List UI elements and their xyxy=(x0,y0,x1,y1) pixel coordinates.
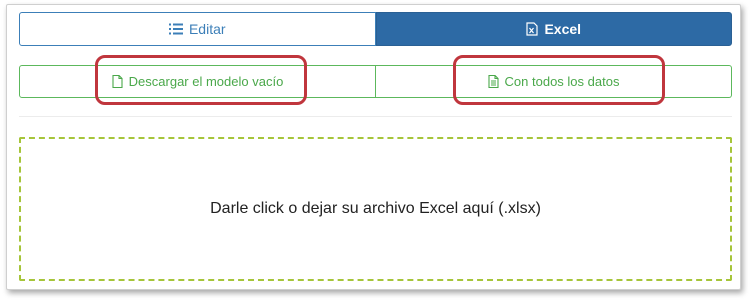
divider xyxy=(19,116,732,117)
download-empty-template-button[interactable]: Descargar el modelo vacío xyxy=(19,65,376,98)
list-icon xyxy=(168,23,183,35)
file-icon xyxy=(112,75,123,88)
tab-editar[interactable]: Editar xyxy=(19,12,376,46)
dropzone-text: Darle click o dejar su archivo Excel aqu… xyxy=(210,200,541,217)
excel-import-panel: Editar Excel Descargar el modelo vacío C… xyxy=(6,4,741,290)
excel-file-icon xyxy=(526,22,539,36)
download-all-data-button[interactable]: Con todos los datos xyxy=(376,65,732,98)
download-empty-template-label: Descargar el modelo vacío xyxy=(128,74,284,89)
download-buttons: Descargar el modelo vacío Con todos los … xyxy=(19,65,732,98)
download-all-data-label: Con todos los datos xyxy=(504,74,620,89)
mode-tabs: Editar Excel xyxy=(19,12,732,46)
tab-excel-label: Excel xyxy=(544,21,582,37)
file-dropzone[interactable]: Darle click o dejar su archivo Excel aqu… xyxy=(19,137,732,281)
file-text-icon xyxy=(487,75,499,88)
tab-excel[interactable]: Excel xyxy=(375,12,732,46)
tab-editar-label: Editar xyxy=(188,21,226,37)
